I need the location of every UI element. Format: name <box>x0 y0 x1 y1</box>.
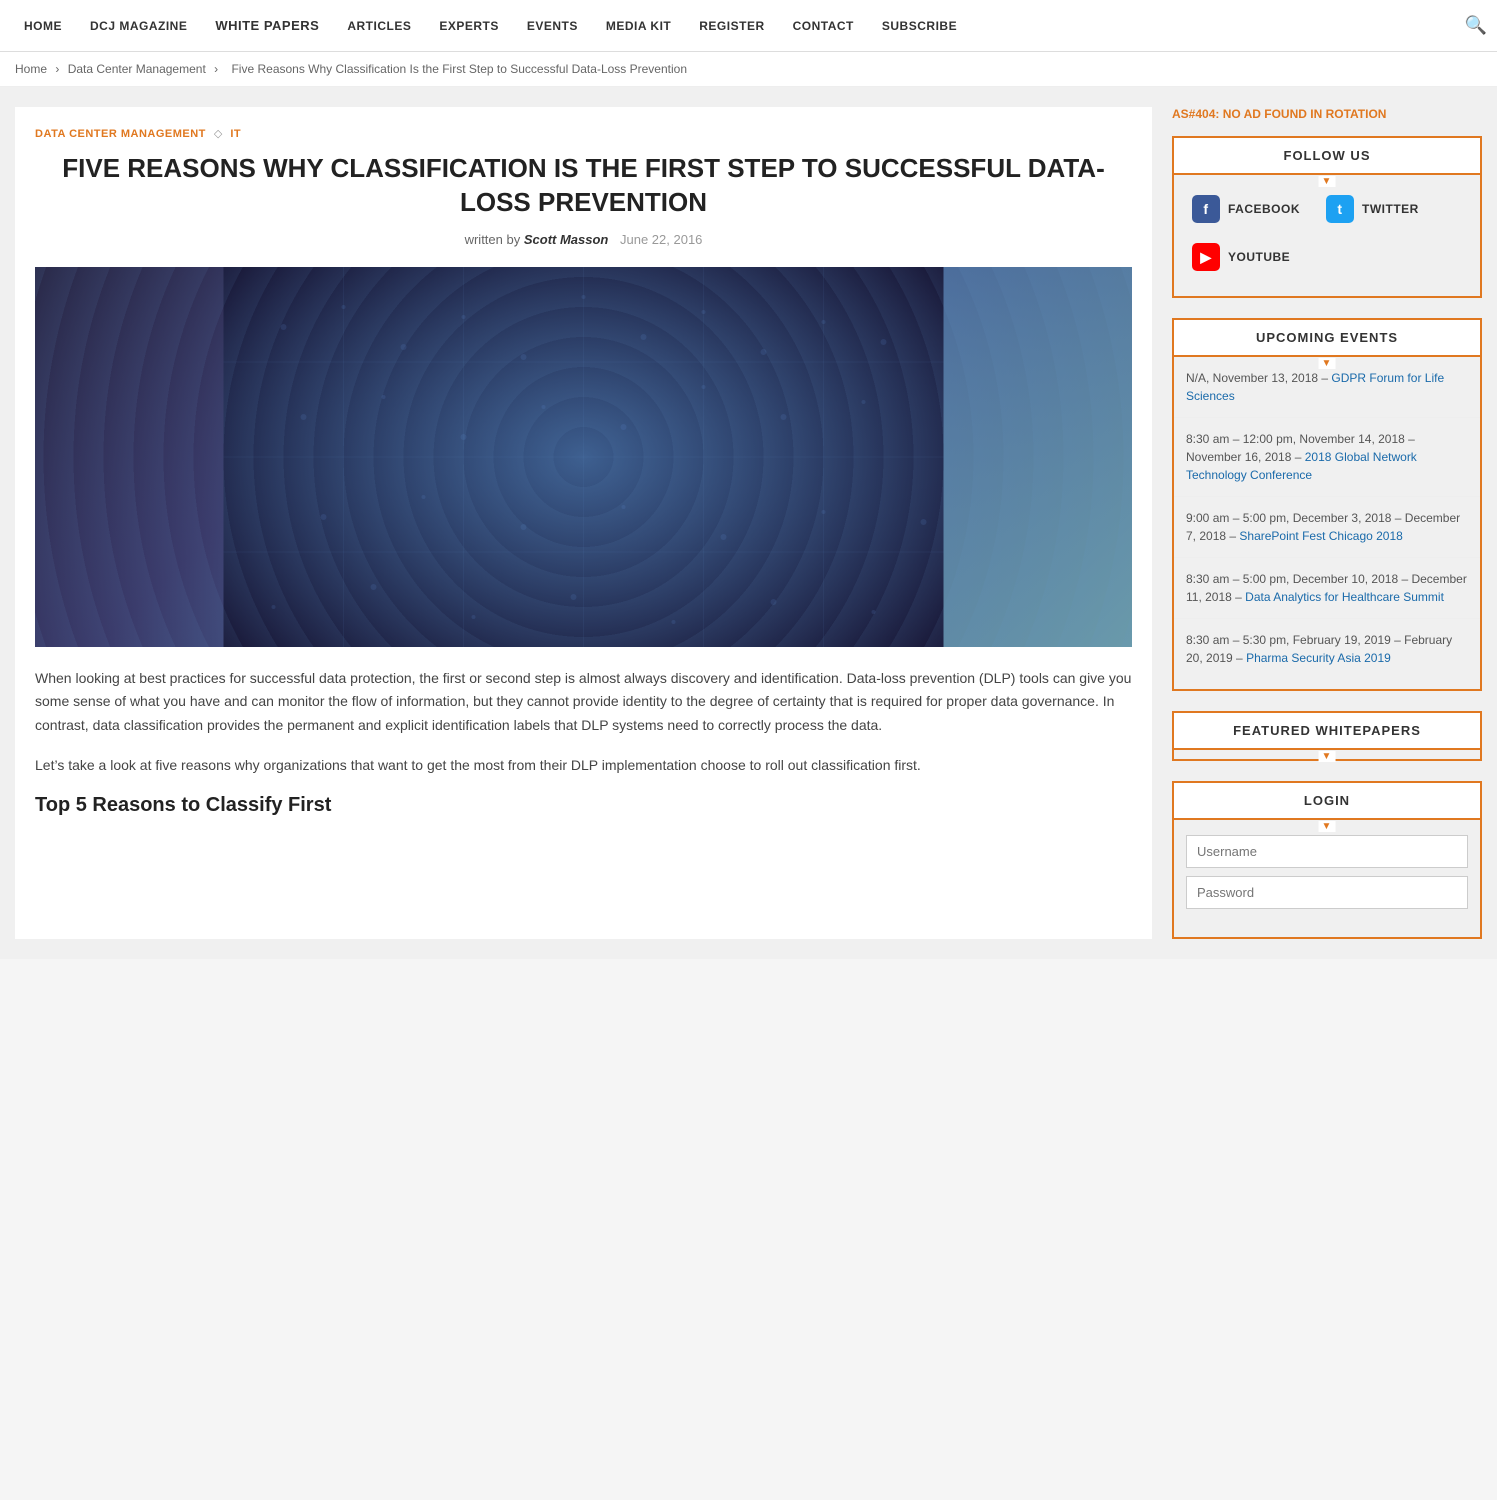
main-content: DATA CENTER MANAGEMENT ◇ IT FIVE REASONS… <box>15 107 1152 939</box>
event-3-link[interactable]: SharePoint Fest Chicago 2018 <box>1239 529 1402 543</box>
nav-register[interactable]: REGISTER <box>685 0 778 51</box>
article-author: Scott Masson <box>524 232 609 247</box>
article-category-link[interactable]: DATA CENTER MANAGEMENT <box>35 128 206 140</box>
event-4-link[interactable]: Data Analytics for Healthcare Summit <box>1245 590 1444 604</box>
facebook-link[interactable]: f FACEBOOK <box>1184 190 1308 228</box>
sidebar-ad: AS#404: NO AD FOUND IN ROTATION <box>1172 107 1482 121</box>
login-header: LOGIN <box>1174 783 1480 820</box>
breadcrumb-home[interactable]: Home <box>15 62 47 76</box>
twitter-label: TWITTER <box>1362 202 1419 216</box>
youtube-link[interactable]: ▶ YOUTUBE <box>1184 238 1298 276</box>
meta-separator: ◇ <box>214 127 222 140</box>
event-item-4: 8:30 am – 5:00 pm, December 10, 2018 – D… <box>1174 558 1480 619</box>
written-by-label: written by <box>465 232 521 247</box>
follow-us-header: FOLLOW US <box>1174 138 1480 175</box>
article-paragraph-1: When looking at best practices for succe… <box>35 667 1132 738</box>
twitter-link[interactable]: t TWITTER <box>1318 190 1427 228</box>
nav-experts[interactable]: EXPERTS <box>425 0 513 51</box>
featured-image-svg <box>35 267 1132 647</box>
nav-events[interactable]: EVENTS <box>513 0 592 51</box>
nav-subscribe[interactable]: SUBSCRIBE <box>868 0 971 51</box>
nav-articles[interactable]: ARTICLES <box>333 0 425 51</box>
nav-home[interactable]: HOME <box>10 0 76 51</box>
breadcrumb-current: Five Reasons Why Classification Is the F… <box>231 62 687 76</box>
featured-whitepapers-header: FEATURED WHITEPAPERS <box>1174 713 1480 750</box>
breadcrumb-category[interactable]: Data Center Management <box>68 62 206 76</box>
main-nav: HOME DCJ MAGAZINE WHITE PAPERS ARTICLES … <box>0 0 1497 52</box>
article-title: FIVE REASONS WHY CLASSIFICATION IS THE F… <box>35 152 1132 220</box>
password-input[interactable] <box>1186 876 1468 909</box>
featured-whitepapers-widget: FEATURED WHITEPAPERS <box>1172 711 1482 761</box>
login-form <box>1174 820 1480 922</box>
article-date: June 22, 2016 <box>620 232 702 247</box>
article-paragraph-2: Let’s take a look at five reasons why or… <box>35 754 1132 778</box>
nav-media-kit[interactable]: MEDIA KIT <box>592 0 685 51</box>
page-wrapper: DATA CENTER MANAGEMENT ◇ IT FIVE REASONS… <box>0 87 1497 959</box>
article-meta-top: DATA CENTER MANAGEMENT ◇ IT <box>35 127 1132 140</box>
article-subheading: Top 5 Reasons to Classify First <box>35 794 1132 817</box>
follow-us-widget: FOLLOW US f FACEBOOK t TWITTER ▶ YOUTUBE <box>1172 136 1482 298</box>
nav-contact[interactable]: CONTACT <box>779 0 868 51</box>
search-icon[interactable]: 🔍 <box>1465 15 1487 36</box>
sidebar: AS#404: NO AD FOUND IN ROTATION FOLLOW U… <box>1172 107 1482 939</box>
facebook-icon: f <box>1192 195 1220 223</box>
login-widget: LOGIN <box>1172 781 1482 939</box>
username-input[interactable] <box>1186 835 1468 868</box>
youtube-icon: ▶ <box>1192 243 1220 271</box>
youtube-label: YOUTUBE <box>1228 250 1290 264</box>
nav-dcj-magazine[interactable]: DCJ MAGAZINE <box>76 0 201 51</box>
article-body: When looking at best practices for succe… <box>35 667 1132 817</box>
twitter-icon: t <box>1326 195 1354 223</box>
breadcrumb-sep1: › <box>55 62 62 76</box>
event-5-link[interactable]: Pharma Security Asia 2019 <box>1246 651 1391 665</box>
upcoming-events-widget: UPCOMING EVENTS N/A, November 13, 2018 –… <box>1172 318 1482 691</box>
event-item-3: 9:00 am – 5:00 pm, December 3, 2018 – De… <box>1174 497 1480 558</box>
social-links: f FACEBOOK t TWITTER ▶ YOUTUBE <box>1174 175 1480 281</box>
facebook-label: FACEBOOK <box>1228 202 1300 216</box>
event-item-5: 8:30 am – 5:30 pm, February 19, 2019 – F… <box>1174 619 1480 679</box>
event-item-2: 8:30 am – 12:00 pm, November 14, 2018 – … <box>1174 418 1480 497</box>
article-featured-image <box>35 267 1132 647</box>
nav-white-papers[interactable]: WHITE PAPERS <box>201 0 333 51</box>
upcoming-events-header: UPCOMING EVENTS <box>1174 320 1480 357</box>
event-1-date: N/A, November 13, 2018 – <box>1186 371 1328 385</box>
article-category2-link[interactable]: IT <box>230 128 241 140</box>
article-byline: written by Scott Masson June 22, 2016 <box>35 232 1132 247</box>
breadcrumb: Home › Data Center Management › Five Rea… <box>0 52 1497 87</box>
breadcrumb-sep2: › <box>214 62 221 76</box>
